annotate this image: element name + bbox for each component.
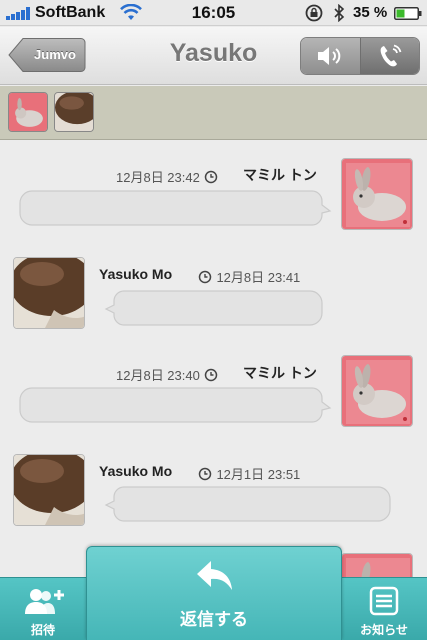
message-time: 12月1日 23:51 <box>216 467 301 482</box>
call-mode-control <box>300 37 420 75</box>
message-bubble[interactable] <box>104 289 324 327</box>
participant-strip <box>0 86 427 140</box>
nav-bar: Jumvo Yasuko <box>0 27 427 85</box>
message-meta: 12月8日 23:40 <box>116 365 218 385</box>
status-bar: SoftBank 16:05 35 % <box>0 0 427 26</box>
back-button[interactable]: Jumvo <box>8 37 86 73</box>
message-time: 12月8日 23:40 <box>116 368 200 383</box>
sender-avatar[interactable] <box>13 454 85 526</box>
clock-icon <box>198 270 212 284</box>
list-icon <box>369 586 399 616</box>
sender-name: Yasuko Mo <box>99 266 173 282</box>
sender-name: マミル トン <box>243 167 317 183</box>
reply-button[interactable]: 返信する <box>86 546 342 640</box>
reply-button-label: 返信する <box>180 610 248 630</box>
sender-name: Yasuko Mo <box>99 463 173 479</box>
battery-icon <box>394 7 422 20</box>
rabbit-avatar <box>342 356 412 426</box>
notice-tab-label: お知らせ <box>360 623 408 637</box>
sender-avatar[interactable] <box>341 158 413 230</box>
invite-tab[interactable]: 招待 <box>0 578 86 640</box>
invite-tab-label: 招待 <box>30 623 55 637</box>
rotation-lock-icon <box>305 4 323 22</box>
sender-avatar[interactable] <box>13 257 85 329</box>
phone-button[interactable] <box>360 38 419 74</box>
sender-name: マミル トン <box>243 365 317 381</box>
battery-percent: 35 % <box>353 4 388 21</box>
phone-icon <box>380 44 402 67</box>
message-time: 12月8日 23:41 <box>216 270 301 285</box>
participant-avatar[interactable] <box>8 92 48 132</box>
hair-avatar <box>14 455 84 525</box>
sender-avatar[interactable] <box>341 355 413 427</box>
message-bubble[interactable] <box>104 485 392 523</box>
message-meta: 12月8日 23:41 <box>198 267 300 287</box>
page-title: Yasuko <box>169 39 258 67</box>
clock-icon <box>205 170 218 184</box>
speaker-button[interactable] <box>301 38 361 74</box>
clock-icon <box>198 467 212 481</box>
speaker-icon <box>318 47 341 65</box>
participant-avatar[interactable] <box>54 92 94 132</box>
rabbit-avatar <box>342 159 412 229</box>
rabbit-avatar <box>9 93 47 131</box>
clock-icon <box>205 368 218 382</box>
reply-arrow-icon <box>197 561 232 590</box>
hair-avatar <box>55 93 93 131</box>
message-bubble[interactable] <box>18 386 332 424</box>
message-bubble[interactable] <box>18 189 332 227</box>
notice-tab[interactable]: お知らせ <box>341 578 427 640</box>
message-meta: 12月1日 23:51 <box>198 464 300 484</box>
bluetooth-icon <box>334 4 345 22</box>
back-button-label: Jumvo <box>34 47 76 62</box>
message-meta: 12月8日 23:42 <box>116 167 218 187</box>
hair-avatar <box>14 258 84 328</box>
message-time: 12月8日 23:42 <box>116 170 200 185</box>
add-people-icon <box>25 589 64 614</box>
